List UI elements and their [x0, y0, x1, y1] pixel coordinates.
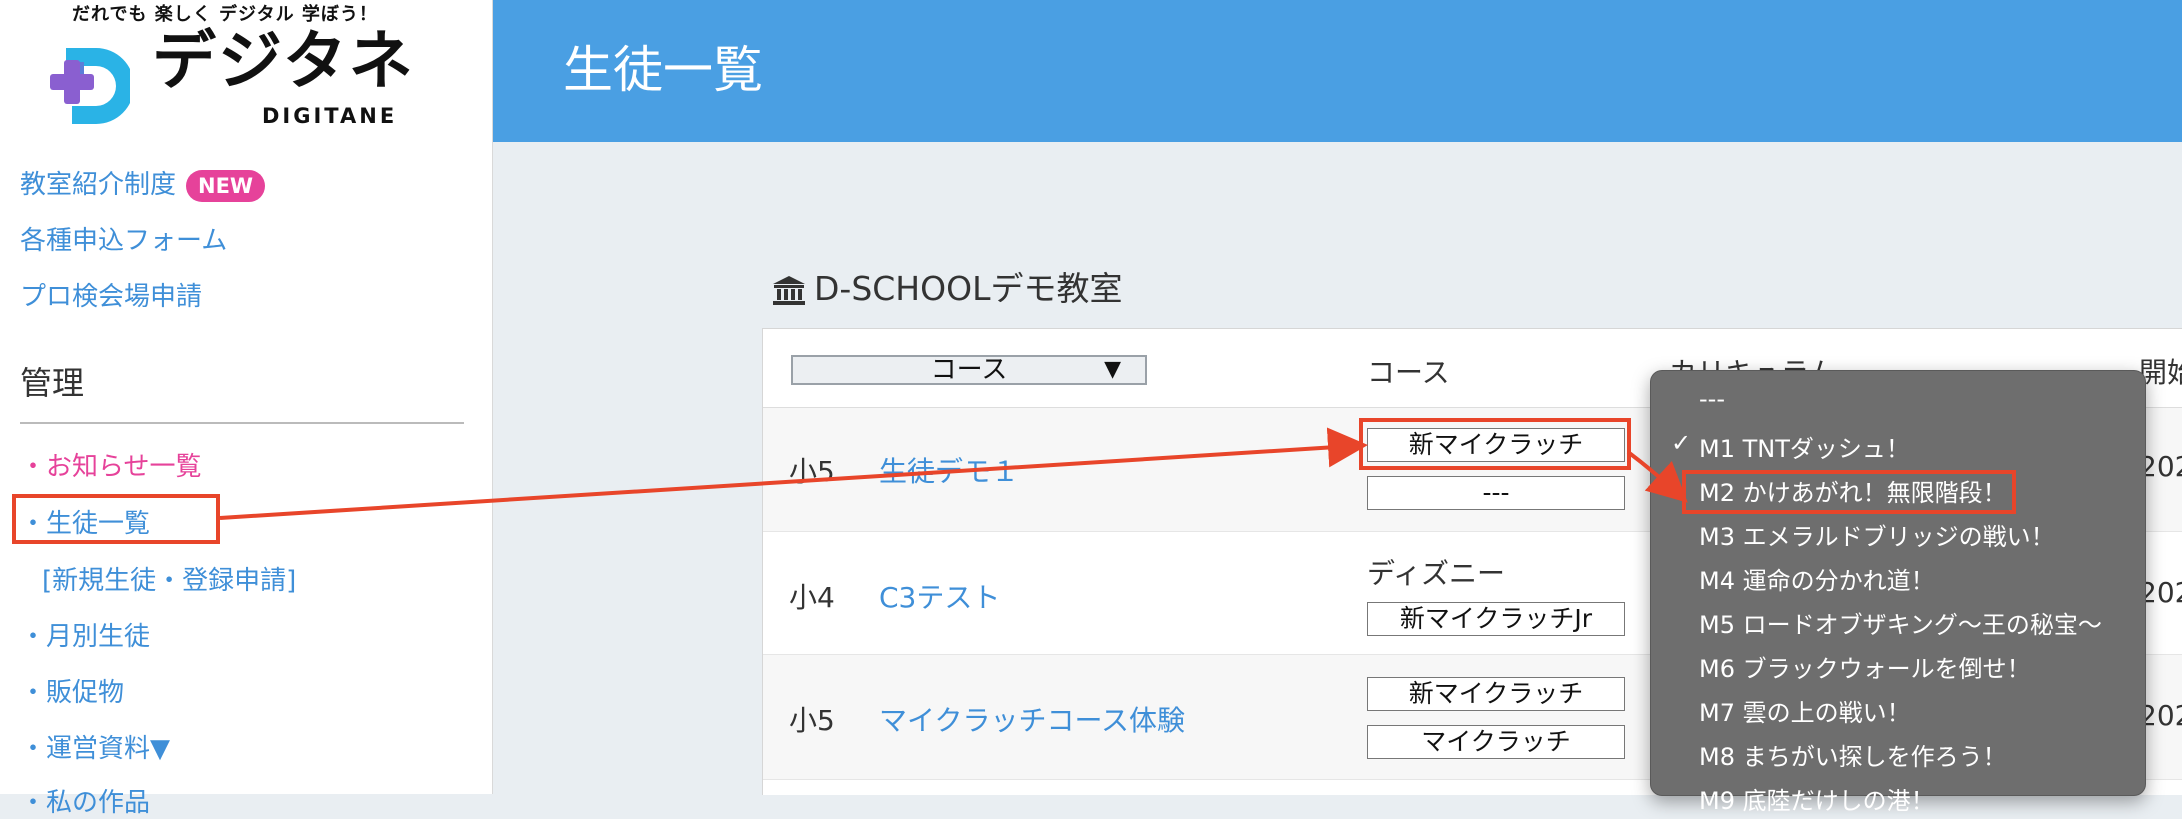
arrow-to-course	[219, 427, 1368, 520]
annotation-arrows	[219, 427, 1688, 520]
arrow-to-curriculum	[1626, 450, 1688, 503]
